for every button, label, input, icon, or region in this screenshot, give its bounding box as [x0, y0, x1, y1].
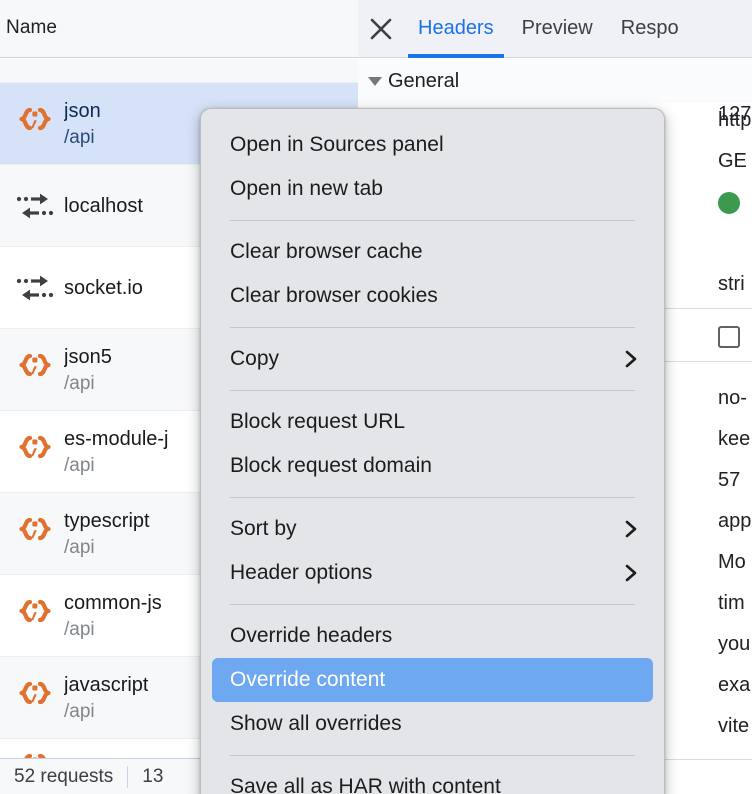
- column-header-name[interactable]: Name: [6, 17, 57, 39]
- chevron-right-icon: [623, 518, 639, 540]
- json-braces-icon: [6, 93, 64, 155]
- raw-toggle-checkbox[interactable]: [718, 326, 740, 348]
- table-row[interactable]: [0, 59, 358, 83]
- websocket-arrows-icon: [6, 175, 64, 237]
- menu-separator: [230, 327, 635, 328]
- request-row-text: json5/api: [64, 346, 112, 394]
- menu-item-label: Block request URL: [230, 410, 405, 434]
- menu-item-label: Clear browser cache: [230, 240, 423, 264]
- tab-headers-label: Headers: [418, 17, 494, 40]
- request-row-text: typescript/api: [64, 510, 150, 558]
- menu-item-label: Sort by: [230, 517, 297, 541]
- request-name: es-module-j: [64, 428, 168, 450]
- json-braces-icon: [6, 421, 64, 483]
- json-braces-icon: [6, 667, 64, 729]
- menu-item-label: Save all as HAR with content: [230, 775, 501, 794]
- menu-separator: [230, 604, 635, 605]
- tab-preview[interactable]: Preview: [508, 0, 607, 58]
- menu-item-label: Show all overrides: [230, 712, 402, 736]
- close-icon[interactable]: [358, 0, 404, 58]
- request-row-text: localhost: [64, 195, 143, 217]
- detail-tabbar: Headers Preview Respo: [358, 0, 752, 58]
- json-braces-icon: [6, 59, 64, 82]
- menu-item-label: Open in Sources panel: [230, 133, 444, 157]
- menu-item[interactable]: Save all as HAR with content: [212, 765, 653, 794]
- menu-item[interactable]: Show all overrides: [212, 702, 653, 746]
- json-braces-icon: [6, 339, 64, 401]
- menu-item[interactable]: Override headers: [212, 614, 653, 658]
- request-path: /api: [64, 128, 101, 148]
- request-name: socket.io: [64, 277, 143, 299]
- menu-item[interactable]: Header options: [212, 551, 653, 595]
- request-path: /api: [64, 538, 150, 558]
- request-path: /api: [64, 456, 168, 476]
- general-section-title: General: [388, 70, 459, 93]
- menu-item-label: Header options: [230, 561, 372, 585]
- request-name: localhost: [64, 195, 143, 217]
- json-braces-icon: [6, 503, 64, 565]
- request-row-text: json/api: [64, 100, 101, 148]
- status-dot-icon: [718, 192, 740, 214]
- menu-item-label: Copy: [230, 347, 279, 371]
- menu-item[interactable]: Sort by: [212, 507, 653, 551]
- tab-preview-label: Preview: [522, 17, 593, 40]
- request-row-text: common-js/api: [64, 592, 162, 640]
- menu-item-label: Override content: [230, 668, 385, 692]
- request-row-text: javascript/api: [64, 674, 148, 722]
- json-braces-icon: [6, 585, 64, 647]
- websocket-arrows-icon: [6, 257, 64, 319]
- menu-separator: [230, 390, 635, 391]
- menu-separator: [230, 755, 635, 756]
- triangle-down-icon: [368, 77, 382, 86]
- menu-item-label: Override headers: [230, 624, 392, 648]
- menu-item[interactable]: Open in new tab: [212, 167, 653, 211]
- menu-item-label: Open in new tab: [230, 177, 383, 201]
- menu-separator: [230, 220, 635, 221]
- request-name: typescript: [64, 510, 150, 532]
- request-name: javascript: [64, 674, 148, 696]
- menu-item[interactable]: Block request URL: [212, 400, 653, 444]
- json-braces-icon: [6, 739, 64, 759]
- menu-item[interactable]: Copy: [212, 337, 653, 381]
- request-context-menu[interactable]: Open in Sources panel Open in new tab Clea…: [200, 108, 665, 794]
- transferred-size: 13: [128, 766, 177, 788]
- request-path: /api: [64, 374, 112, 394]
- tab-response-label: Respo: [621, 17, 679, 40]
- menu-item[interactable]: Override content: [212, 658, 653, 702]
- request-row-text: es-module-j/api: [64, 428, 168, 476]
- menu-separator: [230, 497, 635, 498]
- menu-item-label: Clear browser cookies: [230, 284, 438, 308]
- menu-item[interactable]: Clear browser cookies: [212, 274, 653, 318]
- devtools-network-panel: Name json/api lo: [0, 0, 752, 794]
- chevron-right-icon: [623, 562, 639, 584]
- chevron-right-icon: [623, 348, 639, 370]
- request-name: json5: [64, 346, 112, 368]
- tab-headers[interactable]: Headers: [404, 0, 508, 58]
- menu-item-label: Block request domain: [230, 454, 432, 478]
- request-row-text: socket.io: [64, 277, 143, 299]
- menu-item[interactable]: Block request domain: [212, 444, 653, 488]
- general-section-header[interactable]: General: [358, 59, 752, 103]
- request-list-header: Name: [0, 0, 358, 58]
- menu-item[interactable]: Clear browser cache: [212, 230, 653, 274]
- request-name: json: [64, 100, 101, 122]
- request-name: common-js: [64, 592, 162, 614]
- request-path: /api: [64, 620, 162, 640]
- menu-item[interactable]: Open in Sources panel: [212, 123, 653, 167]
- request-path: /api: [64, 702, 148, 722]
- requests-count: 52 requests: [0, 766, 127, 788]
- tab-response[interactable]: Respo: [607, 0, 693, 58]
